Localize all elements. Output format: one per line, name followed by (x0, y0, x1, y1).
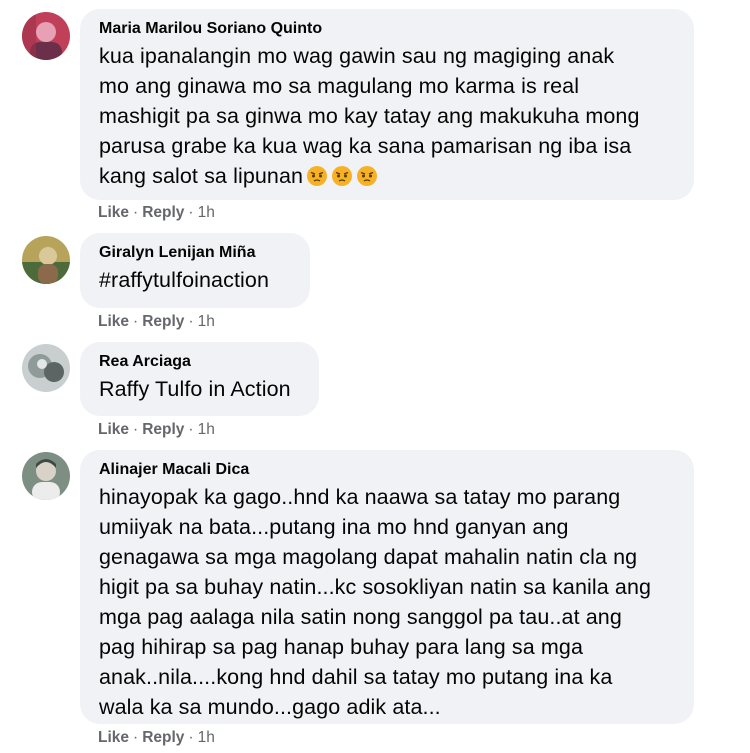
separator-dot: · (188, 313, 194, 330)
comment-author[interactable]: Rea Arciaga (99, 351, 300, 373)
separator-dot: · (188, 421, 194, 438)
comment-timestamp[interactable]: 1h (198, 313, 215, 330)
separator-dot: · (133, 729, 139, 746)
comment-timestamp[interactable]: 1h (198, 204, 215, 221)
comment-bubble: Alinajer Macali Dica hinayopak ka gago..… (80, 450, 694, 724)
comment-author[interactable]: Maria Marilou Soriano Quinto (99, 18, 675, 40)
like-button[interactable]: Like (98, 204, 129, 221)
comment-author[interactable]: Alinajer Macali Dica (99, 459, 675, 481)
comment-actions: Like · Reply · 1h (98, 729, 215, 747)
avatar[interactable] (22, 452, 70, 500)
comment-actions: Like · Reply · 1h (98, 421, 215, 439)
angry-face-icon (357, 166, 378, 186)
comment-text: #raffytulfoinaction (99, 268, 270, 292)
avatar[interactable] (22, 12, 70, 60)
comment-timestamp[interactable]: 1h (198, 421, 215, 438)
angry-face-icon (307, 166, 328, 186)
like-button[interactable]: Like (98, 729, 129, 746)
separator-dot: · (188, 729, 194, 746)
separator-dot: · (133, 313, 139, 330)
like-button[interactable]: Like (98, 313, 129, 330)
comment-bubble: Giralyn Lenijan Miña #raffytulfoinaction (80, 233, 310, 308)
comment-text: hinayopak ka gago..hnd ka naawa sa tatay… (99, 485, 652, 719)
comment-actions: Like · Reply · 1h (98, 313, 215, 331)
separator-dot: · (188, 204, 194, 221)
avatar[interactable] (22, 344, 70, 392)
avatar[interactable] (22, 236, 70, 284)
comment-text: Raffy Tulfo in Action (99, 377, 291, 401)
reply-button[interactable]: Reply (142, 421, 184, 438)
like-button[interactable]: Like (98, 421, 129, 438)
separator-dot: · (133, 204, 139, 221)
comment-actions: Like · Reply · 1h (98, 204, 215, 222)
angry-face-icon (332, 166, 353, 186)
separator-dot: · (133, 421, 139, 438)
comment-bubble: Maria Marilou Soriano Quinto kua ipanala… (80, 9, 694, 200)
reply-button[interactable]: Reply (142, 313, 184, 330)
comment-bubble: Rea Arciaga Raffy Tulfo in Action (80, 342, 319, 416)
reply-button[interactable]: Reply (142, 204, 184, 221)
comment-text: kua ipanalangin mo wag gawin sau ng magi… (99, 41, 675, 191)
reply-button[interactable]: Reply (142, 729, 184, 746)
comment-author[interactable]: Giralyn Lenijan Miña (99, 242, 291, 264)
comment-timestamp[interactable]: 1h (198, 729, 215, 746)
